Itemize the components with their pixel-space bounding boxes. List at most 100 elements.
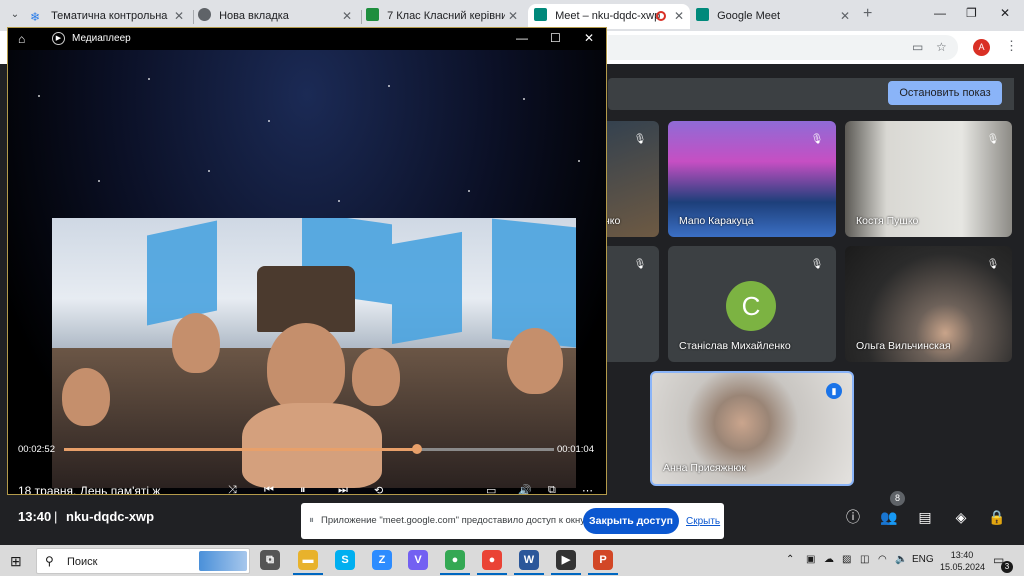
volume-icon[interactable]: 🔊: [518, 484, 532, 494]
more-icon[interactable]: ⋯: [582, 484, 593, 494]
captions-icon[interactable]: ▭: [486, 484, 496, 494]
close-icon[interactable]: ✕: [584, 31, 594, 45]
zoom-icon[interactable]: Z: [372, 550, 392, 570]
tab-google-meet[interactable]: Google Meet ✕: [696, 4, 856, 29]
cast-icon[interactable]: ⧉: [548, 484, 556, 494]
person: [352, 348, 400, 406]
star: [148, 78, 150, 80]
participant-tile[interactable]: 🎙 C Станіслав Михайленко: [668, 246, 836, 362]
activities-icon[interactable]: ◈: [950, 506, 972, 528]
tray-app-icon[interactable]: ▣: [806, 554, 815, 565]
windows-start-icon[interactable]: ⊞: [10, 553, 22, 570]
input-language[interactable]: ENG: [912, 554, 934, 565]
close-window-icon[interactable]: ✕: [1000, 6, 1010, 20]
tab-new[interactable]: Нова вкладка ✕: [198, 4, 358, 29]
hide-notice-link[interactable]: Скрыть: [686, 516, 720, 527]
participant-tile[interactable]: 🎙: [600, 246, 659, 362]
maximize-icon[interactable]: ❐: [966, 6, 977, 20]
repeat-icon[interactable]: ⟲: [374, 484, 383, 494]
close-icon[interactable]: ✕: [342, 4, 352, 29]
participant-tile[interactable]: 🎙 Ольга Вильчинская: [845, 246, 1012, 362]
stop-presenting-button[interactable]: Остановить показ: [888, 81, 1002, 105]
wifi-icon[interactable]: ◠: [878, 554, 887, 565]
self-view-tile[interactable]: ▮ Анна Присяжнюк: [650, 371, 854, 486]
word-icon[interactable]: W: [519, 550, 539, 570]
meeting-code: nku-dqdc-xwp: [66, 509, 155, 524]
person: [172, 313, 220, 373]
separator: |: [54, 509, 58, 524]
tab-meet-active[interactable]: Meet – nku-dqdc-xwp ✕: [528, 4, 690, 29]
tab-search-chevron-icon[interactable]: ⌄: [6, 6, 24, 24]
browser-menu-icon[interactable]: ⋮: [1005, 38, 1018, 54]
tray-chevron-icon[interactable]: ⌃: [786, 554, 794, 565]
close-icon[interactable]: ✕: [508, 4, 518, 29]
drag-handle-icon[interactable]: ⏸: [309, 515, 314, 526]
participant-name: Костя Пушко: [856, 215, 919, 227]
maximize-icon[interactable]: ☐: [550, 31, 561, 45]
seek-bar[interactable]: [64, 444, 554, 454]
snowflake-icon: ❄: [30, 10, 41, 24]
active-app-indicator: [514, 573, 544, 575]
mic-off-icon: 🎙: [633, 134, 647, 145]
star: [388, 85, 390, 87]
taskbar-search-box[interactable]: ⚲ Поиск: [36, 548, 250, 574]
participant-tile[interactable]: 🎙 нко: [600, 121, 659, 237]
taskbar-clock[interactable]: 13:40 15.05.2024: [940, 549, 986, 573]
minimize-icon[interactable]: —: [934, 6, 946, 20]
star: [38, 95, 40, 97]
people-icon[interactable]: 👥: [878, 506, 900, 528]
camera-icon[interactable]: ▭: [912, 40, 923, 54]
participant-name: Ольга Вильчинская: [856, 340, 951, 352]
pause-icon[interactable]: ⏸: [300, 484, 306, 494]
close-icon[interactable]: ✕: [840, 4, 850, 29]
photo-icon[interactable]: ▨: [842, 554, 851, 565]
participant-tile[interactable]: 🎙 Костя Пушко: [845, 121, 1012, 237]
chat-icon[interactable]: ▤: [914, 506, 936, 528]
skype-icon[interactable]: S: [335, 550, 355, 570]
participant-tile[interactable]: 🎙 Мапо Каракуца: [668, 121, 836, 237]
address-field[interactable]: [608, 35, 958, 60]
active-app-indicator: [588, 573, 618, 575]
meeting-clock: 13:40: [18, 509, 52, 524]
bookmark-star-icon[interactable]: ☆: [936, 40, 947, 54]
chrome-icon[interactable]: ●: [445, 550, 465, 570]
person: [507, 328, 563, 394]
network-icon[interactable]: ◫: [860, 554, 869, 565]
search-icon: ⚲: [45, 554, 54, 568]
powerpoint-icon[interactable]: P: [593, 550, 613, 570]
close-icon[interactable]: ✕: [174, 4, 184, 29]
search-highlight-icon: [199, 551, 247, 571]
next-icon[interactable]: ⏭: [338, 484, 348, 494]
close-icon[interactable]: ✕: [674, 4, 684, 29]
tab-title: 7 Клас Класний керівник: О: [387, 10, 506, 22]
cloud-icon[interactable]: ☁: [824, 554, 834, 565]
info-icon[interactable]: ⓘ: [842, 506, 864, 528]
viber-icon[interactable]: V: [408, 550, 428, 570]
home-icon[interactable]: ⌂: [18, 32, 25, 46]
tab-classroom[interactable]: 7 Клас Класний керівник: О ✕: [366, 4, 524, 29]
minimize-icon[interactable]: —: [516, 31, 528, 45]
task-view-icon[interactable]: ⧉: [260, 550, 280, 570]
profile-avatar[interactable]: A: [973, 39, 990, 56]
screen: ⌄ ❄ Тематична контрольна робо ✕ Нова вкл…: [0, 0, 1024, 576]
avatar: C: [726, 281, 776, 331]
tab-test[interactable]: ❄ Тематична контрольна робо ✕: [30, 4, 190, 29]
new-tab-button[interactable]: +: [863, 5, 872, 23]
shuffle-icon[interactable]: ⤨: [228, 484, 237, 494]
taskbar-date: 15.05.2024: [940, 562, 986, 572]
stop-sharing-button[interactable]: Закрыть доступ: [583, 508, 679, 534]
taskbar-time: 13:40: [950, 550, 974, 560]
volume-icon[interactable]: 🔈: [895, 554, 907, 565]
speaking-indicator-icon: ▮: [826, 383, 842, 399]
share-notice-message: Приложение "meet.google.com" предоставил…: [321, 515, 587, 526]
active-app-indicator: [477, 573, 507, 575]
media-player-window: ⌂ ▶ Медиаплеер — ☐ ✕ 00:02:52 00:01:04 1…: [7, 27, 607, 495]
previous-icon[interactable]: ⏮: [264, 484, 274, 494]
video-title: 18 травня. День пам'яті ж: [18, 484, 161, 495]
player-title-bar: ⌂ ▶ Медиаплеер — ☐ ✕: [8, 28, 606, 50]
file-explorer-icon[interactable]: ▬: [298, 550, 318, 570]
host-controls-icon[interactable]: 🔒: [986, 506, 1008, 528]
chrome-profile-icon[interactable]: ●: [482, 550, 502, 570]
media-player-icon[interactable]: ▶: [556, 550, 576, 570]
seek-bar-thumb[interactable]: [411, 444, 422, 454]
